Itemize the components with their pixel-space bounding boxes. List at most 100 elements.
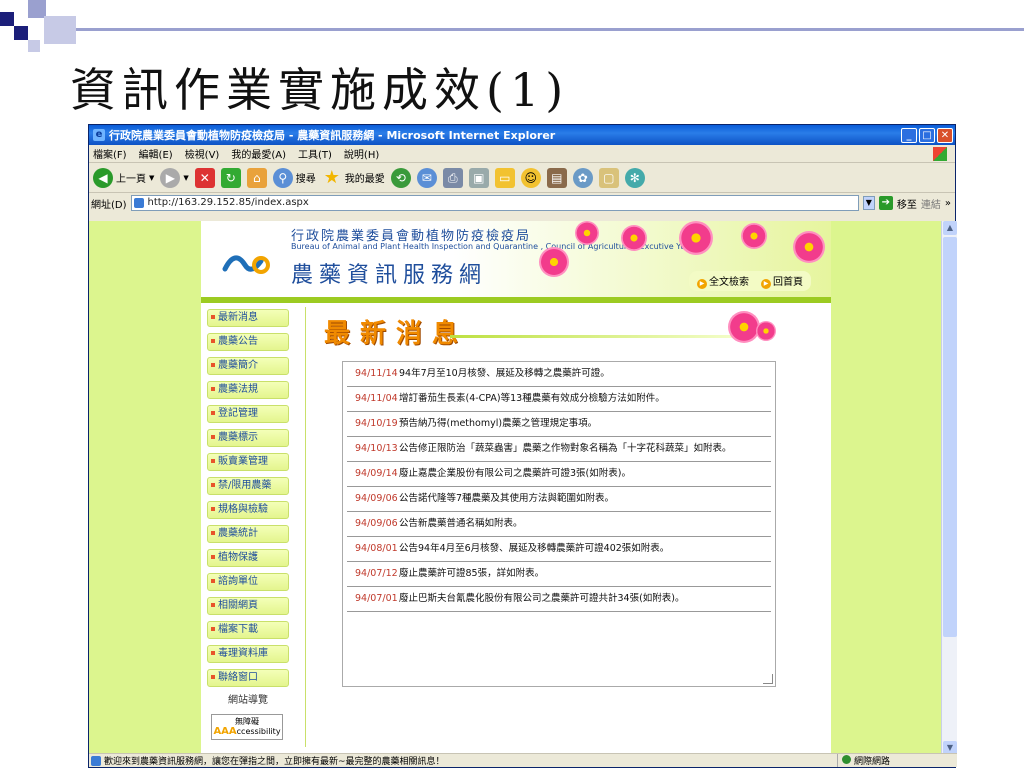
menu-bar: 檔案(F) 編輯(E) 檢視(V) 我的最愛(A) 工具(T) 說明(H) xyxy=(89,145,955,163)
forward-button[interactable]: ▶ ▼ xyxy=(160,167,189,188)
toolbar: ◀ 上一頁 ▼ ▶ ▼ ✕ ↻ ⌂ ⚲ 搜尋 ★ 我的最愛 ⟲ ✉ ⎙ ▣ ▭ … xyxy=(89,163,955,193)
news-item[interactable]: 94/10/13 公告修正限防治「蔬菜蟲害」農藥之作物對象名稱為「十字花科蔬菜」如… xyxy=(347,437,771,462)
dropdown-arrow-icon: ▼ xyxy=(183,173,189,182)
news-text[interactable]: 廢止巴斯夫台氰農化股份有限公司之農藥許可證共計34張(如附表)。 xyxy=(399,591,685,605)
flower-decoration xyxy=(621,225,647,251)
news-item[interactable]: 94/11/14 94年7月至10月核發、展延及移轉之農藥許可證。 xyxy=(347,362,771,387)
nav-statistics[interactable]: 農藥統計 xyxy=(207,525,289,543)
nav-labeling[interactable]: 農藥標示 xyxy=(207,429,289,447)
scroll-thumb[interactable] xyxy=(943,237,957,637)
nav-related-links[interactable]: 相關網頁 xyxy=(207,597,289,615)
news-item[interactable]: 94/07/12 廢止農藥許可證85張，詳如附表。 xyxy=(347,562,771,587)
stop-icon[interactable]: ✕ xyxy=(194,167,215,188)
fulltext-search-link[interactable]: 全文檢索 xyxy=(697,273,749,289)
close-button[interactable]: ✕ xyxy=(937,127,953,143)
site-name: 農藥資訊服務網 xyxy=(291,263,488,288)
menu-favorites[interactable]: 我的最愛(A) xyxy=(231,146,286,161)
folder-icon[interactable]: ▭ xyxy=(494,167,515,188)
news-date: 94/07/01 xyxy=(355,593,398,604)
chevron-right-icon[interactable]: » xyxy=(945,198,955,209)
news-item[interactable]: 94/11/04 增訂番茄生長素(4-CPA)等13種農藥有效成分檢驗方法如附件。 xyxy=(347,387,771,412)
minimize-button[interactable]: _ xyxy=(901,127,917,143)
nav-regulations[interactable]: 農藥法規 xyxy=(207,381,289,399)
links-button[interactable]: 連結 xyxy=(921,196,941,211)
news-date: 94/11/04 xyxy=(355,393,398,404)
nav-contact[interactable]: 聯絡窗口 xyxy=(207,669,289,687)
home-icon[interactable]: ⌂ xyxy=(246,167,267,188)
bag-icon[interactable]: ▢ xyxy=(598,167,619,188)
menu-view[interactable]: 檢視(V) xyxy=(185,146,220,161)
news-text[interactable]: 公告新農藥普通名稱如附表。 xyxy=(399,516,523,530)
news-list: 94/11/14 94年7月至10月核發、展延及移轉之農藥許可證。 94/11/0… xyxy=(342,361,776,687)
accessibility-badge[interactable]: 無障礙 AAAccessibility xyxy=(211,714,283,740)
menu-file[interactable]: 檔案(F) xyxy=(93,146,127,161)
nav-toxicology-db[interactable]: 毒理資料庫 xyxy=(207,645,289,663)
nav-dealers[interactable]: 販賣業管理 xyxy=(207,453,289,471)
zone-label: 網際網路 xyxy=(854,757,891,767)
flower-decoration xyxy=(756,321,776,341)
people-icon[interactable]: ✻ xyxy=(624,167,645,188)
resize-grip-icon[interactable] xyxy=(763,674,773,684)
nav-downloads[interactable]: 檔案下載 xyxy=(207,621,289,639)
news-text[interactable]: 公告修正限防治「蔬菜蟲害」農藥之作物對象名稱為「十字花科蔬菜」如附表。 xyxy=(399,441,732,455)
menu-tools[interactable]: 工具(T) xyxy=(298,146,332,161)
home-link[interactable]: 回首頁 xyxy=(761,273,803,289)
status-text: 歡迎來到農藥資訊服務網，讓您在彈指之間，立即擁有最新~最完整的農藥相關訊息！ xyxy=(104,757,445,767)
nav-plant-protection[interactable]: 植物保護 xyxy=(207,549,289,567)
news-text[interactable]: 增訂番茄生長素(4-CPA)等13種農藥有效成分檢驗方法如附件。 xyxy=(399,391,665,405)
nav-intro[interactable]: 農藥簡介 xyxy=(207,357,289,375)
flower-decoration xyxy=(728,311,760,343)
slide-title: 資訊作業實施成效(1) xyxy=(70,63,570,117)
go-button[interactable]: 移至 xyxy=(897,196,917,211)
page-viewport: 行政院農業委員會動植物防疫檢疫局 Bureau of Animal and Pl… xyxy=(89,221,957,755)
messenger-icon[interactable]: ☺ xyxy=(520,167,541,188)
news-item[interactable]: 94/09/06 公告新農藥普通名稱如附表。 xyxy=(347,512,771,537)
address-dropdown-icon[interactable]: ▼ xyxy=(862,196,875,210)
vertical-scrollbar[interactable]: ▲ ▼ xyxy=(941,221,957,755)
forward-arrow-icon: ▶ xyxy=(160,167,181,188)
side-nav: 最新消息 農藥公告 農藥簡介 農藥法規 登記管理 農藥標示 販賣業管理 禁/限用… xyxy=(201,303,297,755)
nav-sitemap[interactable]: 網站導覽 xyxy=(207,691,289,706)
nav-registration[interactable]: 登記管理 xyxy=(207,405,289,423)
nav-banned[interactable]: 禁/限用農藥 xyxy=(207,477,289,495)
news-text[interactable]: 廢止嘉農企業股份有限公司之農藥許可證3張(如附表)。 xyxy=(399,466,631,480)
news-item[interactable]: 94/09/06 公告諾代隆等7種農藥及其使用方法與範圍如附表。 xyxy=(347,487,771,512)
scroll-up-icon[interactable]: ▲ xyxy=(943,221,957,235)
edit-icon[interactable]: ▣ xyxy=(468,167,489,188)
nav-latest-news[interactable]: 最新消息 xyxy=(207,309,289,327)
search-button[interactable]: ⚲ 搜尋 xyxy=(272,167,316,188)
news-text[interactable]: 公告94年4月至6月核發、展延及移轉農藥許可證402張如附表。 xyxy=(399,541,669,555)
refresh-icon[interactable]: ↻ xyxy=(220,167,241,188)
address-label: 網址(D) xyxy=(91,199,127,211)
research-icon[interactable]: ▤ xyxy=(546,167,567,188)
site-logo-icon xyxy=(222,255,270,274)
print-icon[interactable]: ⎙ xyxy=(442,167,463,188)
address-input[interactable]: http://163.29.152.85/index.aspx xyxy=(130,195,859,211)
main-content: 最新消息 94/11/14 94年7月至10月核發、展延及移轉之農藥許可證。 94… xyxy=(305,307,825,747)
maximize-button[interactable]: □ xyxy=(919,127,935,143)
news-text[interactable]: 94年7月至10月核發、展延及移轉之農藥許可證。 xyxy=(399,366,610,380)
favorites-button[interactable]: ★ 我的最愛 xyxy=(322,167,385,188)
news-item[interactable]: 94/07/01 廢止巴斯夫台氰農化股份有限公司之農藥許可證共計34張(如附表)。 xyxy=(347,587,771,612)
menu-help[interactable]: 說明(H) xyxy=(344,146,379,161)
back-button[interactable]: ◀ 上一頁 ▼ xyxy=(93,167,154,188)
nav-announcements[interactable]: 農藥公告 xyxy=(207,333,289,351)
window-controls: _ □ ✕ xyxy=(901,127,955,143)
news-item[interactable]: 94/08/01 公告94年4月至6月核發、展延及移轉農藥許可證402張如附表。 xyxy=(347,537,771,562)
history-icon[interactable]: ⟲ xyxy=(390,167,411,188)
news-item[interactable]: 94/10/19 預告納乃得(methomyl)農藥之管理規定事項。 xyxy=(347,412,771,437)
browser-window: e 行政院農業委員會動植物防疫檢疫局 - 農藥資訊服務網 - Microsoft… xyxy=(88,124,957,768)
mail-icon[interactable]: ✉ xyxy=(416,167,437,188)
zone-indicator: 網際網路 xyxy=(837,754,957,767)
nav-specs[interactable]: 規格與檢驗 xyxy=(207,501,289,519)
go-arrow-icon[interactable]: ➔ xyxy=(878,196,893,210)
menu-edit[interactable]: 編輯(E) xyxy=(139,146,173,161)
news-text[interactable]: 預告納乃得(methomyl)農藥之管理規定事項。 xyxy=(399,416,597,430)
nav-consulting[interactable]: 諮詢單位 xyxy=(207,573,289,591)
top-nav: 全文檢索 回首頁 xyxy=(689,271,811,291)
news-item[interactable]: 94/09/14 廢止嘉農企業股份有限公司之農藥許可證3張(如附表)。 xyxy=(347,462,771,487)
discuss-icon[interactable]: ✿ xyxy=(572,167,593,188)
news-text[interactable]: 公告諾代隆等7種農藥及其使用方法與範圍如附表。 xyxy=(399,491,614,505)
news-text[interactable]: 廢止農藥許可證85張，詳如附表。 xyxy=(399,566,544,580)
search-label: 搜尋 xyxy=(295,174,316,185)
